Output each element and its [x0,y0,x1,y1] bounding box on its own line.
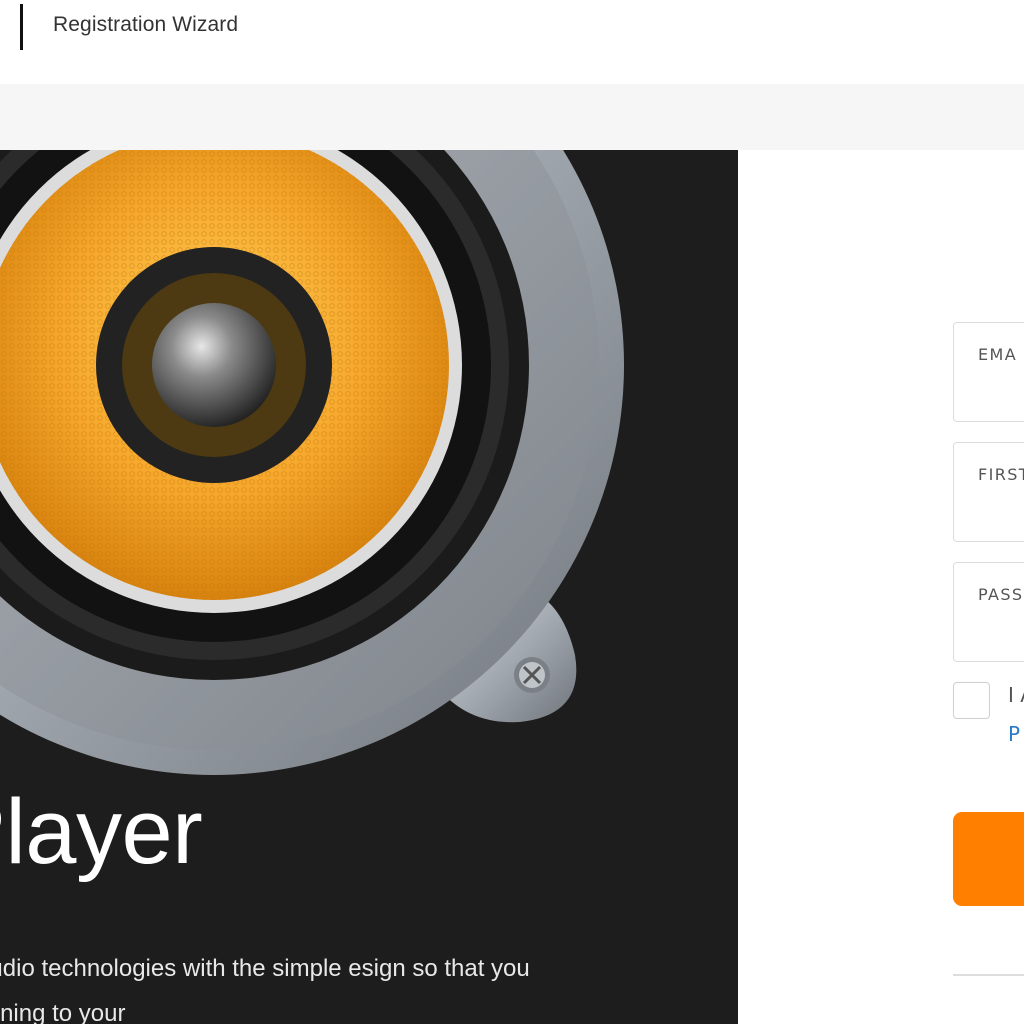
hero-title: ic Player [0,781,203,883]
password-label: PASS [978,585,1024,604]
subheader-bar [0,84,1024,150]
submit-button[interactable] [953,812,1024,906]
agree-checkbox[interactable] [953,682,990,719]
first-name-field[interactable]: FIRST [953,442,1024,542]
email-field[interactable]: EMA [953,322,1024,422]
first-name-input[interactable] [978,499,1024,523]
page-title: Registration Wizard [53,13,239,36]
first-name-label: FIRST [978,465,1024,484]
password-field[interactable]: PASS [953,562,1024,662]
policy-link[interactable]: P [1008,722,1020,746]
form-divider [953,974,1024,976]
email-label: EMA [978,345,1018,364]
top-header: Registration Wizard [0,0,1024,84]
hero-description: he newest audio technologies with the si… [0,955,530,1024]
registration-form: EMA FIRST PASS I A P [738,150,1024,1024]
speaker-icon [0,150,624,775]
hero-panel: ic Player he newest audio technologies w… [0,150,738,1024]
agree-text: I A [1008,683,1024,707]
email-input[interactable] [978,379,1024,403]
header-divider [20,4,23,50]
password-input[interactable] [978,619,1024,643]
